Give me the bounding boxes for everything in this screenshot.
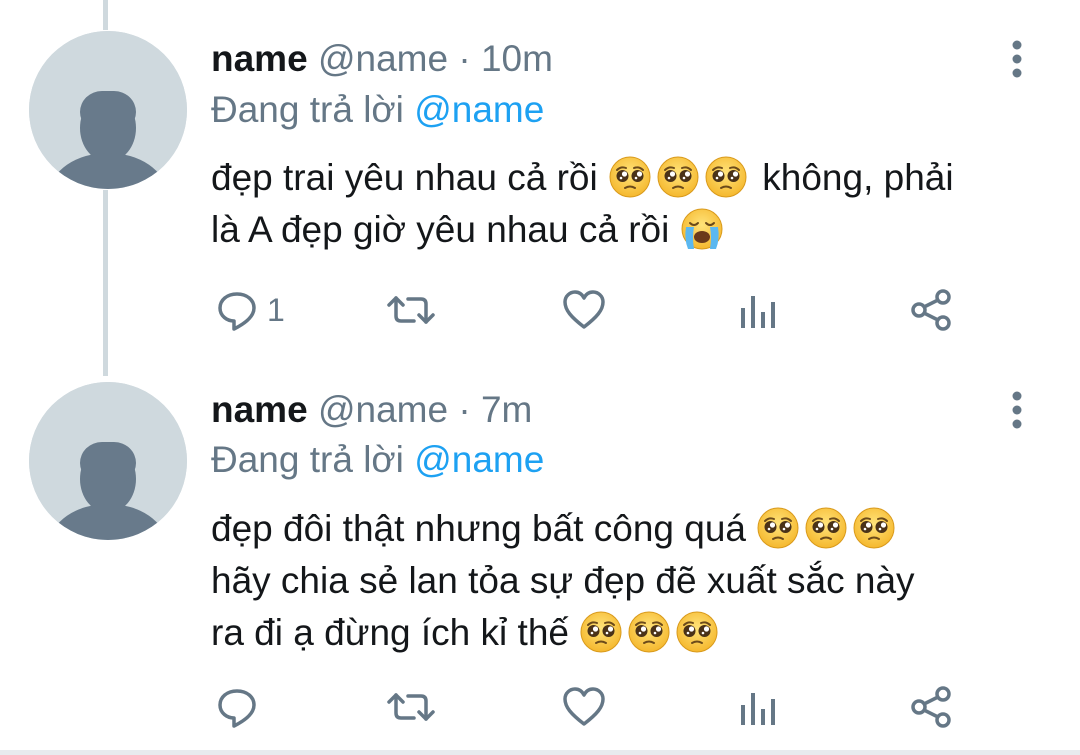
pleading-face-emoji	[756, 506, 800, 550]
share-icon	[911, 686, 951, 728]
reply-icon	[218, 689, 256, 728]
tweet-text-line: đẹp trai yêu nhau cả rồi không, phải	[211, 152, 1041, 204]
pleading-face-emoji	[675, 610, 719, 654]
retweet-icon	[387, 693, 435, 721]
tweet-text: đẹp trai yêu nhau cả rồi không, phải là …	[211, 152, 1041, 256]
replying-to-label: Đang trả lời	[211, 89, 404, 130]
replying-to: Đang trả lời @name	[211, 88, 544, 132]
tweet[interactable]: name @name · 10m Đang trả lời @name đẹp …	[0, 0, 1080, 370]
retweet-icon	[387, 296, 435, 324]
loudly-crying-face-emoji	[680, 207, 724, 251]
tweet-actions	[211, 682, 1011, 732]
text-segment: ra đi ạ đừng ích kỉ thế	[211, 612, 569, 653]
like-button[interactable]	[561, 682, 607, 732]
avatar[interactable]	[29, 31, 187, 189]
default-avatar-icon	[29, 382, 187, 540]
reply-count: 1	[267, 291, 285, 328]
mention-link[interactable]: @name	[414, 439, 544, 480]
tweet-text-line: hãy chia sẻ lan tỏa sự đẹp đẽ xuất sắc n…	[211, 555, 1041, 607]
pleading-face-emoji	[704, 155, 748, 199]
display-name[interactable]: name	[211, 389, 308, 430]
text-segment: không, phải	[762, 157, 954, 198]
user-handle[interactable]: @name	[318, 38, 448, 79]
pleading-face-emoji	[852, 506, 896, 550]
reply-icon	[218, 292, 256, 331]
tweet[interactable]: name @name · 7m Đang trả lời @name đẹp đ…	[0, 370, 1080, 750]
timestamp[interactable]: 7m	[481, 389, 532, 430]
retweet-button[interactable]	[386, 682, 436, 732]
tweet-actions: 1	[211, 285, 1011, 335]
separator: ·	[458, 38, 471, 79]
heart-icon	[563, 687, 605, 726]
pleading-face-emoji	[579, 610, 623, 654]
replying-to-label: Đang trả lời	[211, 439, 404, 480]
tweet-header: name @name · 10m	[211, 37, 553, 81]
divider	[0, 750, 1080, 755]
replying-to: Đang trả lời @name	[211, 438, 544, 482]
analytics-icon	[741, 693, 775, 725]
default-avatar-icon	[29, 31, 187, 189]
share-icon	[911, 289, 951, 331]
text-segment: đẹp trai yêu nhau cả rồi	[211, 157, 598, 198]
tweet-text: đẹp đôi thật nhưng bất công quá hãy chia…	[211, 503, 1041, 659]
text-segment: là A đẹp giờ yêu nhau cả rồi	[211, 209, 670, 250]
avatar[interactable]	[29, 382, 187, 540]
retweet-button[interactable]	[386, 285, 436, 335]
text-segment: đẹp đôi thật nhưng bất công quá	[211, 508, 746, 549]
heart-icon	[563, 290, 605, 329]
pleading-face-emoji	[627, 610, 671, 654]
analytics-button[interactable]	[739, 682, 777, 732]
reply-button[interactable]	[215, 682, 267, 732]
reply-button[interactable]: 1	[215, 285, 285, 335]
pleading-face-emoji	[804, 506, 848, 550]
share-button[interactable]	[909, 682, 955, 732]
more-vertical-icon[interactable]	[1004, 38, 1030, 82]
display-name[interactable]: name	[211, 38, 308, 79]
separator: ·	[458, 389, 471, 430]
pleading-face-emoji	[608, 155, 652, 199]
share-button[interactable]	[909, 285, 955, 335]
mention-link[interactable]: @name	[414, 89, 544, 130]
tweet-text-line: là A đẹp giờ yêu nhau cả rồi	[211, 204, 1041, 256]
tweet-text-line: ra đi ạ đừng ích kỉ thế	[211, 607, 1041, 659]
timestamp[interactable]: 10m	[481, 38, 553, 79]
user-handle[interactable]: @name	[318, 389, 448, 430]
analytics-icon	[741, 296, 775, 328]
tweet-header: name @name · 7m	[211, 388, 532, 432]
like-button[interactable]	[561, 285, 607, 335]
more-vertical-icon[interactable]	[1004, 389, 1030, 433]
analytics-button[interactable]	[739, 285, 777, 335]
text-segment: hãy chia sẻ lan tỏa sự đẹp đẽ xuất sắc n…	[211, 560, 915, 601]
tweet-text-line: đẹp đôi thật nhưng bất công quá	[211, 503, 1041, 555]
pleading-face-emoji	[656, 155, 700, 199]
